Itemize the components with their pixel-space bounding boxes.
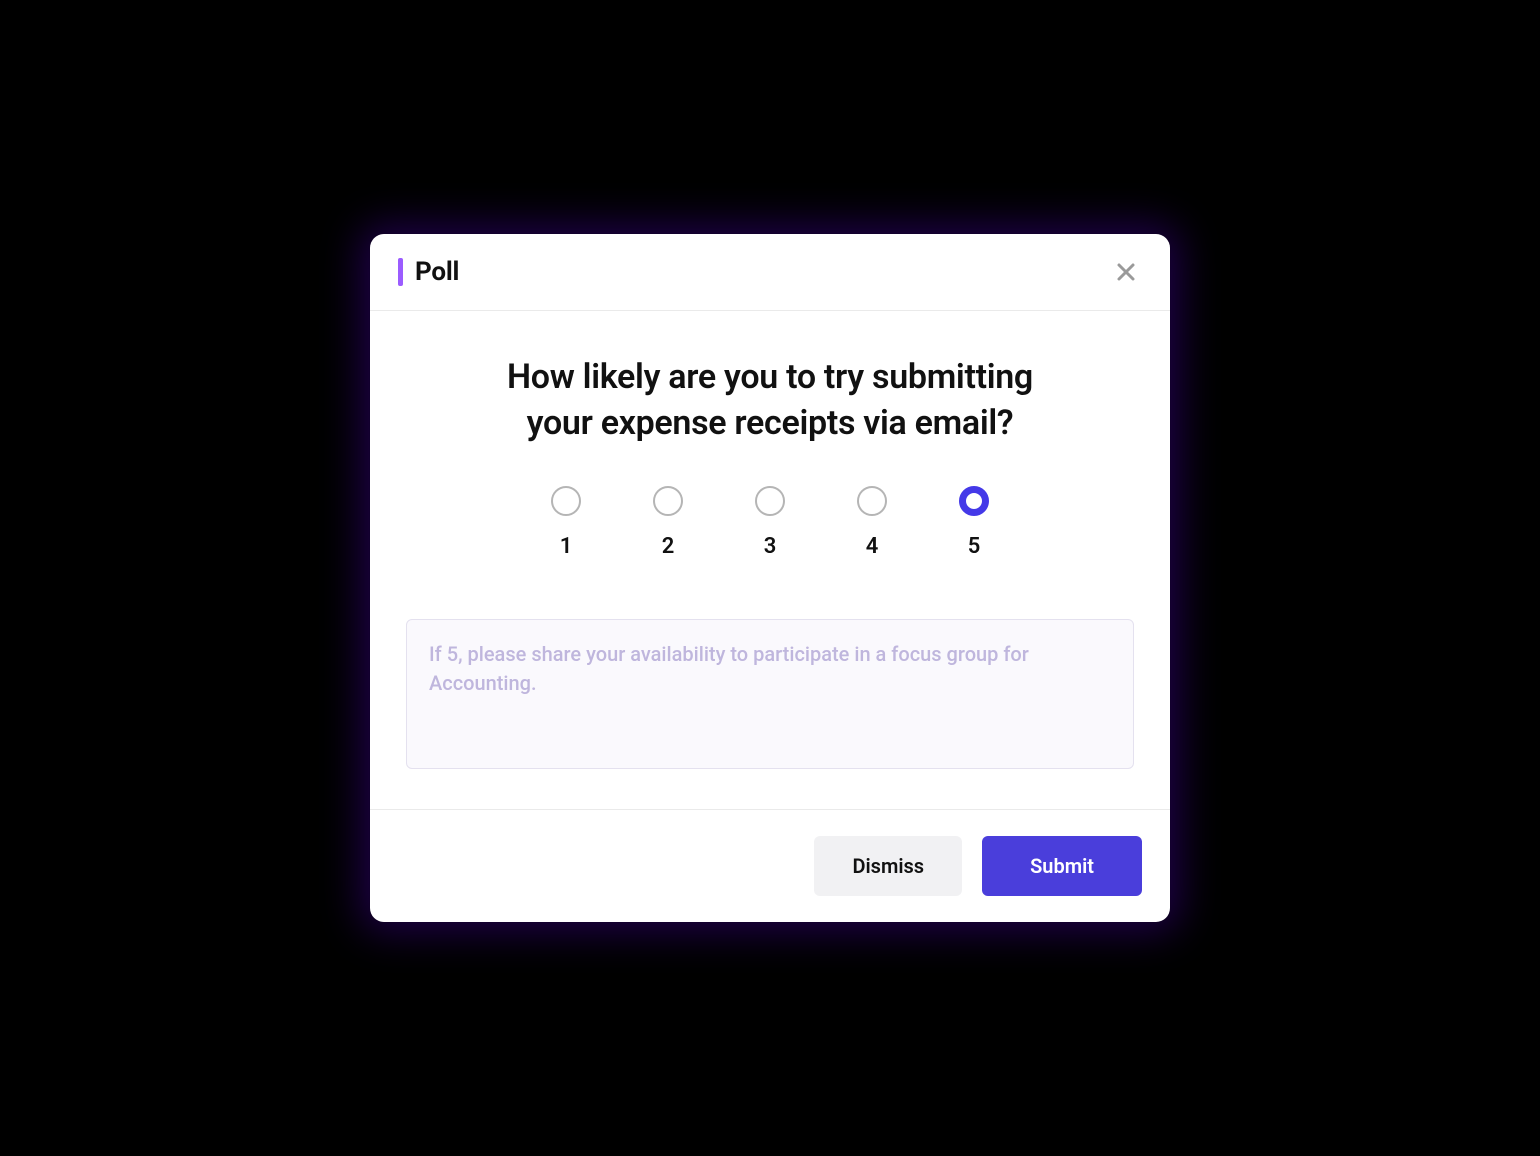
poll-question: How likely are you to try submitting you…	[500, 355, 1040, 447]
rating-label: 4	[866, 534, 879, 559]
rating-option-2[interactable]: 2	[653, 486, 683, 559]
radio-icon	[857, 486, 887, 516]
rating-option-3[interactable]: 3	[755, 486, 785, 559]
modal-footer: Dismiss Submit	[370, 809, 1170, 922]
rating-label: 5	[968, 534, 981, 559]
radio-icon	[959, 486, 989, 516]
title-wrap: Poll	[398, 257, 459, 287]
rating-label: 2	[662, 534, 675, 559]
rating-label: 3	[764, 534, 777, 559]
accent-bar	[398, 258, 403, 286]
modal-title: Poll	[415, 257, 459, 287]
radio-icon	[653, 486, 683, 516]
radio-icon	[551, 486, 581, 516]
rating-option-5[interactable]: 5	[959, 486, 989, 559]
dismiss-button[interactable]: Dismiss	[814, 836, 962, 896]
rating-label: 1	[560, 534, 573, 559]
rating-row: 1 2 3 4 5	[406, 486, 1134, 559]
close-icon	[1114, 260, 1138, 284]
rating-option-1[interactable]: 1	[551, 486, 581, 559]
comment-input[interactable]	[406, 619, 1134, 769]
radio-icon	[755, 486, 785, 516]
poll-modal: Poll How likely are you to try submittin…	[370, 234, 1170, 923]
rating-option-4[interactable]: 4	[857, 486, 887, 559]
modal-header: Poll	[370, 234, 1170, 311]
close-button[interactable]	[1110, 256, 1142, 288]
submit-button[interactable]: Submit	[982, 836, 1142, 896]
modal-body: How likely are you to try submitting you…	[370, 311, 1170, 810]
